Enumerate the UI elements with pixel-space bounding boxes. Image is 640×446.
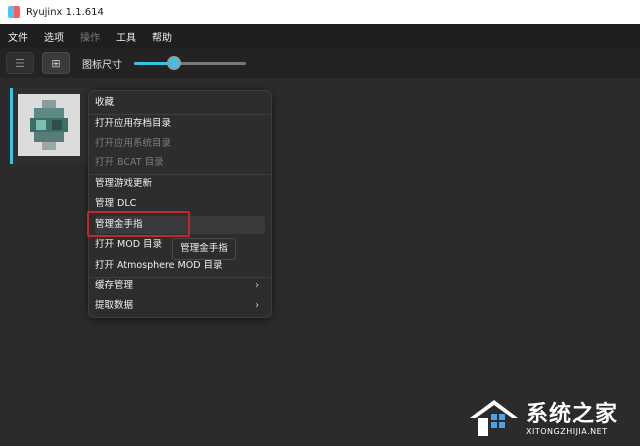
list-icon: ☰ [15,56,25,70]
ctx-open-bcat-dir[interactable]: 打开 BCAT 目录 [95,154,265,172]
ctx-extract-data[interactable]: 提取数据 › [95,297,265,315]
highlight-annotation [87,211,190,237]
ctx-extract-data-label: 提取数据 [95,300,134,311]
menu-options[interactable]: 选项 [36,29,72,44]
menu-actions[interactable]: 操作 [72,29,108,44]
game-thumbnail[interactable] [18,94,80,156]
chevron-right-icon: › [255,300,259,311]
menu-bar: 文件 选项 操作 工具 帮助 [0,24,640,48]
ctx-manage-updates[interactable]: 管理游戏更新 [95,175,265,193]
menu-file[interactable]: 文件 [0,29,36,44]
watermark-title: 系统之家 [526,402,619,427]
watermark-url: XITONGZHIJIA.NET [526,427,608,436]
ctx-open-save-dir[interactable]: 打开应用存档目录 [95,115,265,133]
list-view-button[interactable]: ☰ [6,52,34,74]
ryujinx-logo-icon [8,6,20,18]
ctx-favorite[interactable]: 收藏 [95,94,265,112]
icon-size-label: 图标尺寸 [82,59,122,71]
house-logo-icon [470,400,518,436]
window-title: Ryujinx 1.1.614 [26,6,104,18]
menu-help[interactable]: 帮助 [144,29,180,44]
chevron-right-icon: › [255,280,259,291]
ctx-cache-management-label: 缓存管理 [95,280,134,291]
watermark: 系统之家 XITONGZHIJIA.NET [466,396,636,442]
title-bar: Ryujinx 1.1.614 [0,0,640,24]
menu-tools[interactable]: 工具 [108,29,144,44]
toolbar: ☰ ⊞ 图标尺寸 [0,48,640,78]
tooltip: 管理金手指 [172,238,236,260]
ctx-cache-management[interactable]: 缓存管理 › [95,277,265,295]
icon-size-slider[interactable] [134,56,246,70]
game-cover-icon [30,100,68,150]
context-menu: 收藏 打开应用存档目录 打开应用系统目录 打开 BCAT 目录 管理游戏更新 管… [88,90,272,318]
grid-view-button[interactable]: ⊞ [42,52,70,74]
grid-icon: ⊞ [51,56,61,70]
ctx-open-system-dir[interactable]: 打开应用系统目录 [95,135,265,153]
